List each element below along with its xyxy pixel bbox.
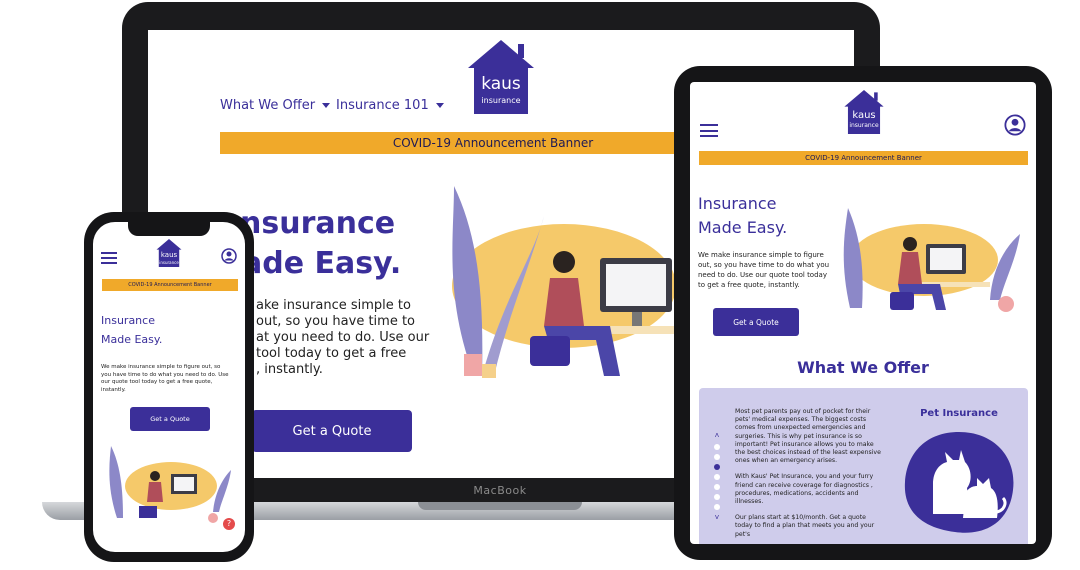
carousel-dot-active[interactable] bbox=[714, 464, 720, 470]
carousel-dot[interactable] bbox=[714, 494, 720, 500]
kaus-logo[interactable]: kaus insurance bbox=[842, 88, 886, 136]
hero-title-line2: ade Easy. bbox=[242, 246, 402, 281]
carousel-dot[interactable] bbox=[714, 454, 720, 460]
hamburger-menu-icon[interactable] bbox=[700, 124, 718, 137]
nav-what-we-offer[interactable]: What We Offer bbox=[220, 98, 331, 113]
kaus-logo[interactable]: kaus insurance bbox=[464, 38, 538, 116]
phone-screen: kaus insurance COVID-19 Announcement Ban… bbox=[93, 222, 245, 552]
tablet-screen: kaus insurance COVID-19 Announcement Ban… bbox=[690, 82, 1036, 544]
logo-brand: kaus bbox=[852, 110, 876, 121]
get-quote-button[interactable]: Get a Quote bbox=[130, 407, 210, 431]
macbook-label: MacBook bbox=[473, 484, 527, 497]
person-at-desk-illustration bbox=[843, 208, 1020, 312]
logo-sub: insurance bbox=[159, 260, 179, 265]
get-quote-button[interactable]: Get a Quote bbox=[252, 410, 412, 452]
cat-and-dog-icon bbox=[904, 432, 1014, 533]
logo-sub: insurance bbox=[849, 122, 879, 129]
kaus-logo[interactable]: kaus insurance bbox=[155, 238, 183, 268]
covid-banner[interactable]: COVID-19 Announcement Banner bbox=[699, 151, 1028, 165]
what-we-offer-heading: What We Offer bbox=[797, 358, 929, 377]
pet-insurance-card: ˄ ˅ Most pet parents pay out of pocket f… bbox=[699, 388, 1028, 544]
logo-sub: insurance bbox=[481, 96, 521, 105]
hero-body: We make insurance simple to figure out, … bbox=[698, 251, 830, 289]
hero-title-line1: Insurance bbox=[101, 314, 155, 327]
carousel-dot[interactable] bbox=[714, 444, 720, 450]
logo-brand: kaus bbox=[481, 74, 521, 94]
hero-body: We make insurance simple to figure out, … bbox=[101, 364, 229, 393]
get-quote-button[interactable]: Get a Quote bbox=[713, 308, 799, 336]
nav-what-we-offer-label: What We Offer bbox=[220, 98, 316, 113]
carousel-dot[interactable] bbox=[714, 484, 720, 490]
person-at-desk-illustration bbox=[109, 446, 231, 523]
nav-insurance-101-label: Insurance 101 bbox=[336, 98, 429, 113]
pet-insurance-description: Most pet parents pay out of pocket for t… bbox=[735, 408, 881, 538]
carousel-nav: ˄ ˅ bbox=[712, 432, 722, 522]
laptop-base-notch bbox=[418, 502, 582, 510]
chevron-down-icon bbox=[435, 103, 444, 108]
hero-title-line1: nsurance bbox=[240, 206, 396, 241]
chevron-up-icon[interactable]: ˄ bbox=[712, 432, 722, 440]
help-badge[interactable]: ? bbox=[223, 518, 235, 530]
phone-notch bbox=[128, 222, 210, 236]
hero-title-line2: Made Easy. bbox=[698, 218, 788, 237]
hero-title-line1: Insurance bbox=[698, 194, 777, 213]
user-account-icon[interactable] bbox=[1004, 114, 1026, 136]
chevron-down-icon[interactable]: ˅ bbox=[712, 514, 722, 522]
covid-banner[interactable]: COVID-19 Announcement Banner bbox=[102, 279, 238, 291]
person-at-desk-illustration bbox=[452, 186, 688, 378]
carousel-dot[interactable] bbox=[714, 504, 720, 510]
hero-title-line2: Made Easy. bbox=[101, 333, 163, 346]
hero-body: ake insurance simple to out, so you have… bbox=[256, 298, 430, 377]
user-account-icon[interactable] bbox=[221, 248, 237, 264]
chevron-down-icon bbox=[322, 103, 331, 108]
nav-insurance-101[interactable]: Insurance 101 bbox=[336, 98, 444, 113]
hamburger-menu-icon[interactable] bbox=[101, 252, 117, 264]
carousel-dot[interactable] bbox=[714, 474, 720, 480]
logo-brand: kaus bbox=[160, 251, 178, 259]
pet-insurance-title: Pet Insurance bbox=[920, 408, 998, 419]
